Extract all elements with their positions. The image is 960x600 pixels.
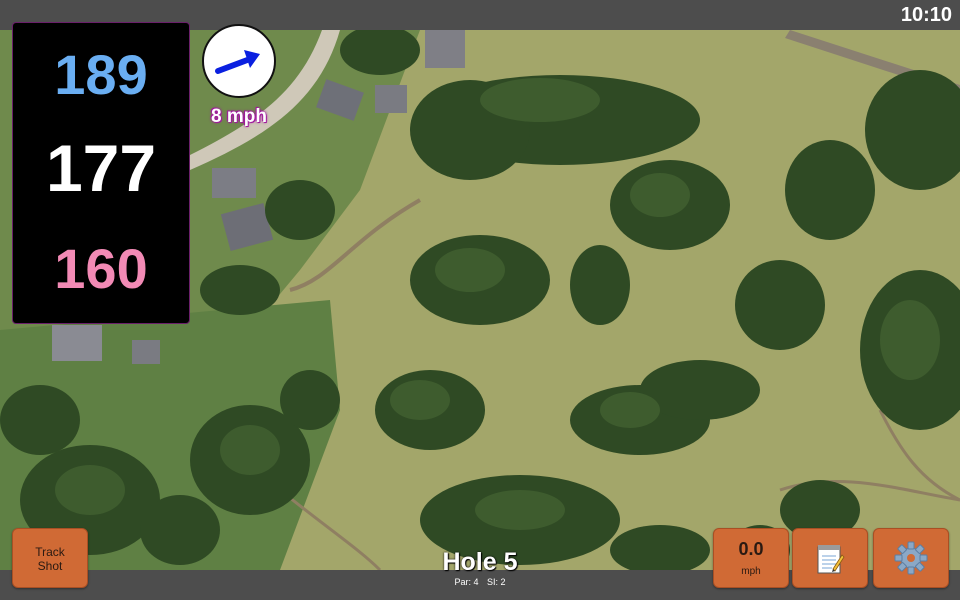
wind-direction-dial [202, 24, 276, 98]
arrow-icon [215, 50, 260, 74]
notes-button[interactable] [792, 528, 868, 588]
back-distance: 189 [54, 43, 148, 106]
hole-info: Par: 4 SI: 2 [400, 577, 560, 587]
hole-title: Hole 5 [442, 548, 518, 576]
speed-value: 0.0 [738, 539, 764, 559]
settings-button[interactable] [873, 528, 949, 588]
distance-panel: 189 177 160 [12, 22, 190, 324]
gear-icon [894, 541, 928, 575]
clock: 10:10 [900, 4, 952, 26]
front-distance: 160 [54, 237, 148, 300]
speed-button[interactable]: 0.0 mph [713, 528, 789, 588]
speed-unit: mph [741, 566, 761, 577]
middle-distance: 177 [45, 131, 157, 205]
par-label: Par: 4 [454, 577, 479, 587]
track-shot-button[interactable]: Track Shot [12, 528, 88, 588]
notepad-icon [817, 545, 845, 574]
stroke-index-label: SI: 2 [487, 577, 506, 587]
track-shot-label: Track Shot [35, 545, 65, 573]
wind-speed-label: 8 mph [211, 106, 267, 127]
